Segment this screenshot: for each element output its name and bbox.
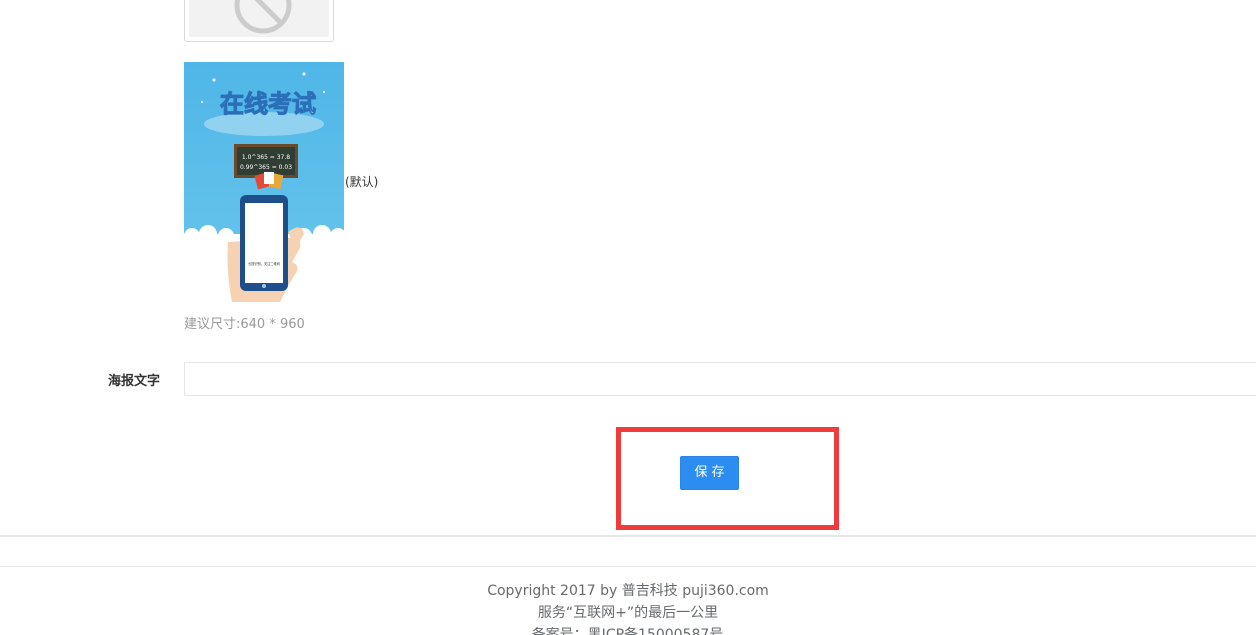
save-button[interactable]: 保存 (680, 456, 739, 490)
footer-divider (0, 566, 1256, 567)
footer-copyright: Copyright 2017 by 普吉科技 puji360.com (487, 583, 769, 599)
poster-text-input[interactable] (184, 362, 1256, 396)
image-placeholder-box[interactable] (184, 0, 334, 42)
size-hint: 建议尺寸:640 * 960 (184, 317, 305, 332)
page: 在线考试 1.0^365 = 37.8 0.99^365 = 0.03 长按识别… (0, 0, 1256, 635)
board-line-2: 0.99^365 = 0.03 (240, 164, 292, 171)
poster-image[interactable]: 在线考试 1.0^365 = 37.8 0.99^365 = 0.03 长按识别… (184, 62, 344, 302)
footer-slogan: 服务“互联网+”的最后一公里 (537, 605, 719, 621)
phone-screen-text: 长按识别，关注二维码 (248, 261, 280, 266)
footer: Copyright 2017 by 普吉科技 puji360.com 服务“互联… (0, 580, 1256, 635)
image-placeholder (189, 0, 329, 37)
poster-title: 在线考试 (220, 90, 316, 118)
footer-icp: 备案号：黑ICP备15000587号 (531, 627, 724, 635)
board-line-1: 1.0^365 = 37.8 (242, 154, 290, 161)
poster-text-label: 海报文字 (107, 374, 160, 389)
no-image-icon (234, 0, 292, 34)
default-tag: (默认) (345, 175, 379, 189)
divider (0, 535, 1256, 537)
